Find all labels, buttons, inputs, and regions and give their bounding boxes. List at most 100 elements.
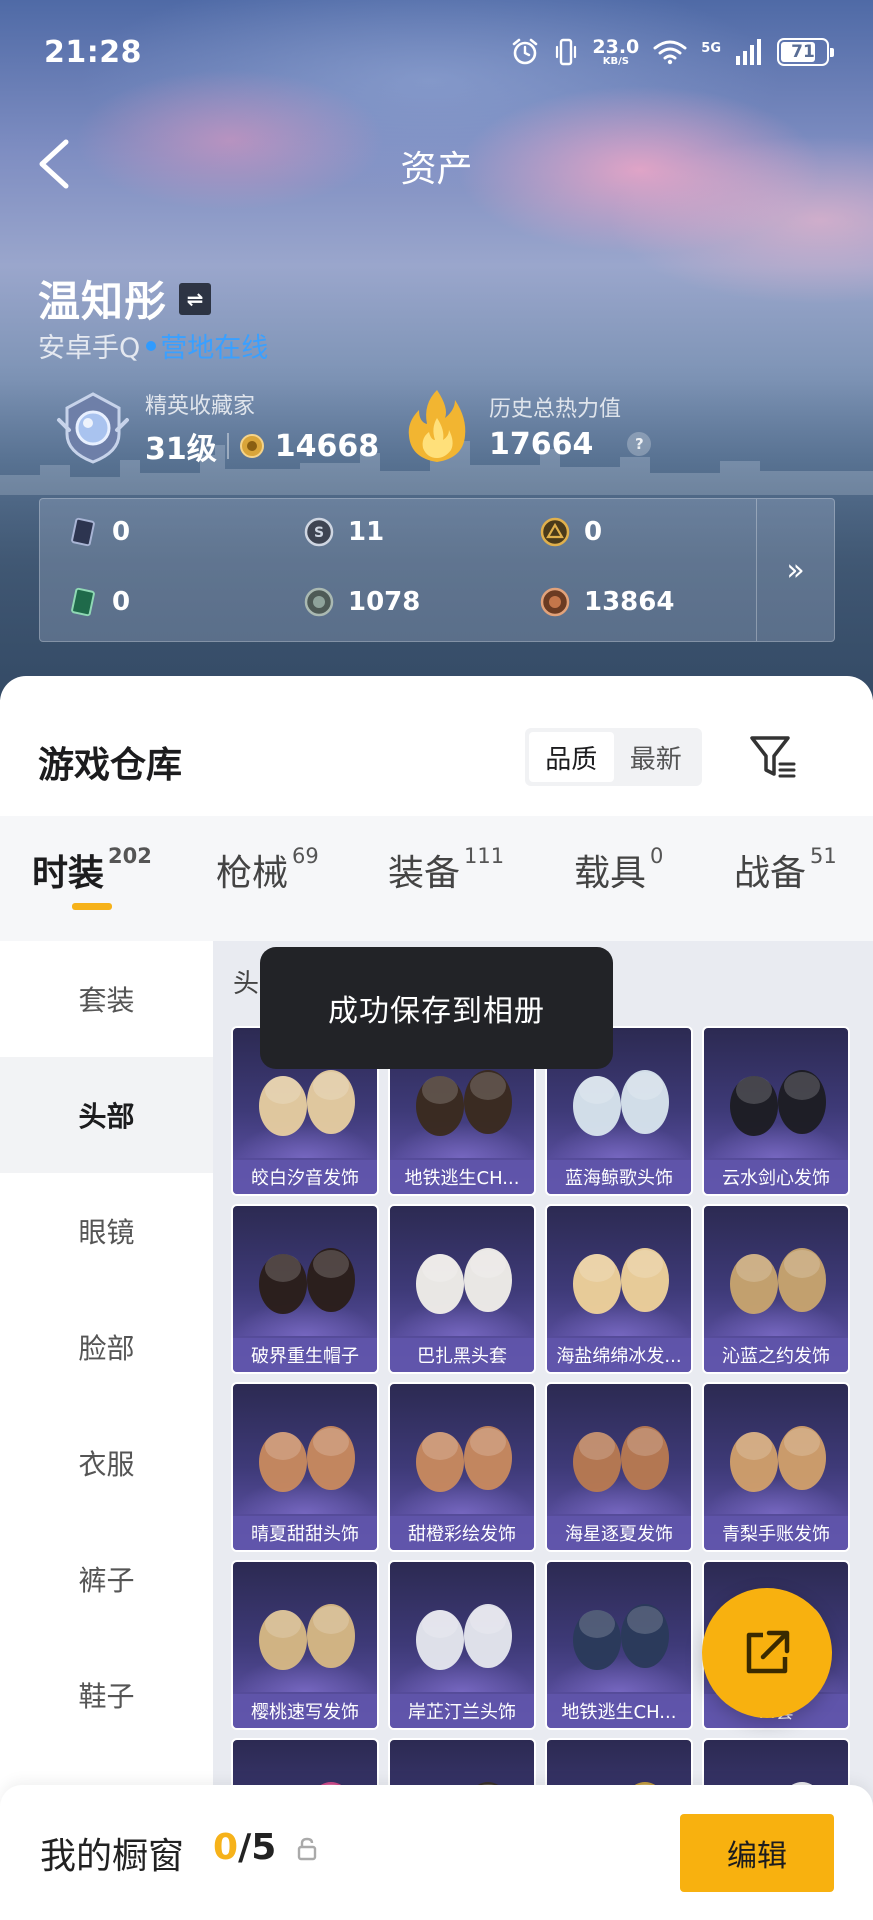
item-card[interactable]: 破界重生帽子 [231,1204,379,1374]
status-bar: 21:28 23.0 KB/S 5G 71 [44,30,834,74]
sidebar-item-clothes[interactable]: 衣服 [0,1405,213,1521]
sort-quality-button[interactable]: 品质 [529,732,614,782]
sidebar-item-pants[interactable]: 裤子 [0,1521,213,1637]
item-name: 破界重生帽子 [233,1338,377,1372]
expand-currency-button[interactable]: » [756,499,834,641]
item-card[interactable]: 海星逐夏发饰 [545,1382,693,1552]
category-sidebar: 套装 头部 眼镜 脸部 衣服 裤子 鞋子 [0,941,213,1920]
online-dot-icon [146,340,157,351]
currency-item: 1078 [304,587,420,617]
item-thumbnail [416,1248,512,1314]
flame-icon [408,390,466,462]
sort-latest-button[interactable]: 最新 [614,732,699,782]
heat-value: 17664 [489,426,594,462]
category-tabs: 时装 202 枪械 69 装备 111 载具 0 战备 51 [0,816,873,941]
item-grid-area: 头 皎白汐音发饰 地铁逃生CH... 蓝海鲸歌头饰 云水剑心发饰 破界重生帽子 巴扎黑头套… [213,941,873,1920]
item-name: 青梨手账发饰 [704,1516,848,1550]
filter-icon[interactable] [748,732,796,782]
tab-fashion[interactable]: 时装 202 [32,844,152,896]
sidebar-item-suits[interactable]: 套装 [0,941,213,1057]
sidebar-item-head[interactable]: 头部 [0,1057,213,1173]
clock: 21:28 [44,34,142,70]
item-card[interactable]: 地铁逃生CH... [545,1560,693,1730]
wifi-icon [653,40,687,65]
item-name: 樱桃速写发饰 [233,1694,377,1728]
item-name: 蓝海鲸歌头饰 [547,1160,691,1194]
currency-item: 0 [68,517,130,547]
item-name: 地铁逃生CH... [547,1694,691,1728]
item-thumbnail [416,1426,512,1492]
tab-firearms[interactable]: 枪械 69 [216,844,319,896]
lock-icon [297,1837,317,1861]
edit-button[interactable]: 编辑 [680,1814,834,1892]
item-card[interactable]: 巴扎黑头套 [388,1204,536,1374]
item-card[interactable]: 青梨手账发饰 [702,1382,850,1552]
alarm-icon [513,38,538,65]
collector-level: 31级 [145,432,217,467]
sidebar-item-glasses[interactable]: 眼镜 [0,1173,213,1289]
heat-stat[interactable]: 历史总热力值 17664 ? [405,388,652,464]
item-thumbnail [730,1248,826,1314]
section-label: 头 [233,969,260,999]
item-thumbnail [573,1248,669,1314]
network-type: 5G [701,41,721,56]
currency-item: S 11 [304,517,384,547]
item-name: 云水剑心发饰 [704,1160,848,1194]
item-name: 地铁逃生CH... [390,1160,534,1194]
warehouse-title: 游戏仓库 [38,745,183,786]
item-thumbnail [730,1426,826,1492]
svg-text:S: S [314,525,324,541]
item-card[interactable]: 樱桃速写发饰 [231,1560,379,1730]
share-button[interactable] [702,1588,832,1718]
item-thumbnail [259,1426,355,1492]
item-thumbnail [259,1604,355,1670]
collector-title: 精英收藏家 [145,394,256,419]
item-card[interactable]: 晴夏甜甜头饰 [231,1382,379,1552]
collector-points: 14668 [274,428,380,464]
switch-account-icon[interactable]: ⇌ [179,282,212,315]
item-name: 海星逐夏发饰 [547,1516,691,1550]
item-name: 晴夏甜甜头饰 [233,1516,377,1550]
dark-card-icon [71,517,95,547]
sidebar-item-shoes[interactable]: 鞋子 [0,1637,213,1753]
showcase-count: 0/5 [213,1827,277,1868]
active-tab-indicator [72,903,112,910]
sidebar-item-face[interactable]: 脸部 [0,1289,213,1405]
player-name: 温知彤 [38,277,168,326]
currency-item: 0 [540,517,602,547]
tab-gear[interactable]: 战备 51 [734,844,837,896]
item-name: 皎白汐音发饰 [233,1160,377,1194]
tab-equipment[interactable]: 装备 111 [388,844,504,896]
online-status: 营地在线 [160,333,269,364]
battery-icon: 71 [777,38,834,66]
item-thumbnail [259,1248,355,1314]
green-card-icon [71,587,95,617]
item-card[interactable]: 云水剑心发饰 [702,1026,850,1196]
item-name: 巴扎黑头套 [390,1338,534,1372]
currency-panel: 0 S 11 0 0 1078 13864 » [39,498,835,642]
collector-badge-icon [57,392,129,464]
item-card[interactable]: 沁蓝之约发饰 [702,1204,850,1374]
item-thumbnail [573,1604,669,1670]
showcase-label: 我的橱窗 [40,1836,185,1877]
item-card[interactable]: 岸芷汀兰头饰 [388,1560,536,1730]
share-icon [746,1630,790,1674]
item-card[interactable]: 海盐绵绵冰发... [545,1204,693,1374]
collector-stat[interactable]: 精英收藏家 31级 14668 [55,388,379,468]
item-card[interactable]: 甜橙彩绘发饰 [388,1382,536,1552]
currency-item: 0 [68,587,130,617]
item-thumbnail [416,1604,512,1670]
help-icon[interactable]: ? [627,432,652,456]
vibrate-icon [556,38,577,66]
tab-vehicles[interactable]: 载具 0 [574,844,663,896]
bronze-coin-icon [540,587,570,617]
gold-badge-icon [540,517,570,547]
item-name: 甜橙彩绘发饰 [390,1516,534,1550]
heat-label: 历史总热力值 [489,396,622,422]
item-name: 岸芷汀兰头饰 [390,1694,534,1728]
item-thumbnail [573,1426,669,1492]
page-title: 资产 [400,149,473,190]
gray-coin-icon [304,587,334,617]
network-speed: 23.0 KB/S [592,35,640,67]
item-thumbnail [730,1070,826,1136]
